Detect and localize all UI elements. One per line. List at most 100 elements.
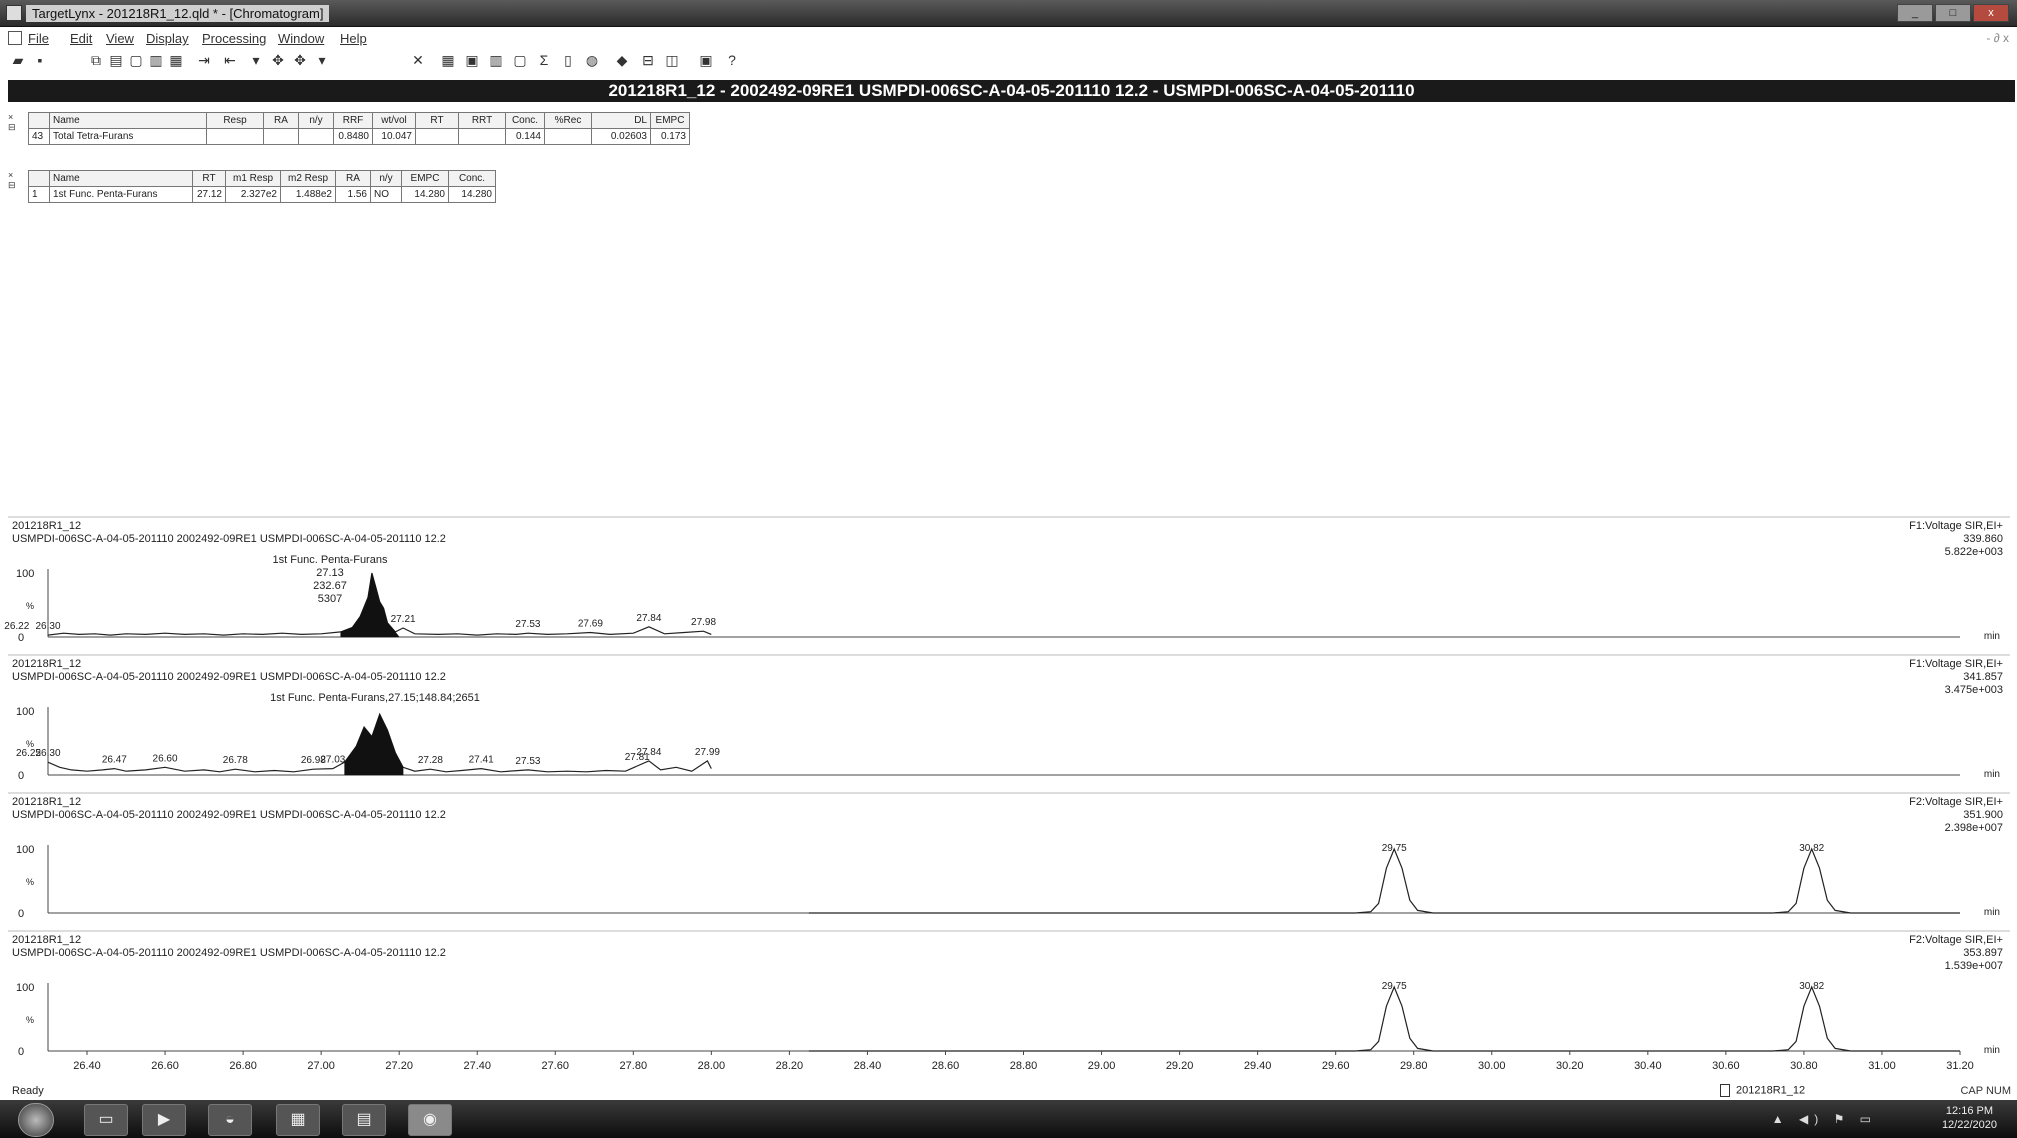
column-header[interactable] — [28, 112, 50, 129]
column-header[interactable]: %Rec — [544, 112, 592, 129]
column-header[interactable]: Conc. — [505, 112, 545, 129]
targetlynx-icon[interactable]: ◉ — [408, 1104, 452, 1136]
paste-icon[interactable]: ▤ — [108, 52, 124, 68]
minimize-button[interactable]: _ — [1897, 4, 1933, 22]
table-cell[interactable]: 1.488e2 — [280, 186, 336, 203]
table-cell[interactable] — [544, 128, 592, 145]
system-tray[interactable]: ▲ ◀) ⚑ ▭ — [1772, 1112, 1877, 1126]
column-header[interactable]: Name — [49, 170, 193, 187]
table-collapse-icon[interactable]: × ⊟ — [8, 112, 22, 133]
print-preview-icon[interactable]: ▦ — [168, 52, 184, 68]
column-header[interactable]: RT — [192, 170, 226, 187]
globe-icon[interactable]: ◍ — [584, 52, 600, 68]
clock[interactable]: 12:16 PM 12/22/2020 — [1942, 1104, 1997, 1132]
save-icon[interactable]: ▪ — [32, 52, 48, 68]
book-icon[interactable]: ▯ — [560, 52, 576, 68]
table-cell[interactable]: 10.047 — [372, 128, 416, 145]
column-header[interactable] — [28, 170, 50, 187]
table-cell[interactable]: 27.12 — [192, 186, 226, 203]
menu-window[interactable]: Window — [278, 31, 324, 46]
column-header[interactable]: Conc. — [448, 170, 496, 187]
table-cell[interactable]: 0.02603 — [591, 128, 651, 145]
app-icon[interactable]: ◒ — [208, 1104, 252, 1136]
chevron-down-icon[interactable]: ▾ — [314, 52, 330, 68]
help-icon[interactable]: ? — [724, 52, 740, 68]
chevron-down-icon[interactable]: ▾ — [248, 52, 264, 68]
chart-icon[interactable]: ▣ — [464, 52, 480, 68]
menu-view[interactable]: View — [106, 31, 134, 46]
table-row[interactable]: 43 Total Tetra-Furans 0.8480 10.047 0.14… — [28, 128, 690, 145]
table-cell[interactable]: 1st Func. Penta-Furans — [49, 186, 193, 203]
grid-icon[interactable]: ▦ — [440, 52, 456, 68]
move-icon[interactable]: ✥ — [270, 52, 286, 68]
sum-icon[interactable]: Σ — [536, 52, 552, 68]
print-icon[interactable]: ▣ — [698, 52, 714, 68]
table-row[interactable]: 1 1st Func. Penta-Furans 27.12 2.327e2 1… — [28, 186, 496, 203]
column-header[interactable]: m1 Resp — [225, 170, 281, 187]
peak-label: 26.78 — [223, 755, 248, 766]
table-cell[interactable]: 43 — [28, 128, 50, 145]
menu-help[interactable]: Help — [340, 31, 367, 46]
mdi-controls[interactable]: - ∂ x — [1986, 31, 2009, 45]
table-cell[interactable]: 1 — [28, 186, 50, 203]
menu-processing[interactable]: Processing — [202, 31, 266, 46]
table-cell[interactable] — [263, 128, 299, 145]
table-cell[interactable]: 14.280 — [448, 186, 496, 203]
square-icon[interactable]: ▢ — [512, 52, 528, 68]
column-header[interactable]: RA — [263, 112, 299, 129]
column-header[interactable]: RRF — [333, 112, 373, 129]
column-header[interactable]: wt/vol — [372, 112, 416, 129]
window-icon[interactable]: ⊟ — [640, 52, 656, 68]
table-cell[interactable]: 1.56 — [335, 186, 371, 203]
column-header[interactable]: EMPC — [401, 170, 449, 187]
move-icon[interactable]: ✥ — [292, 52, 308, 68]
column-header[interactable]: DL — [591, 112, 651, 129]
column-header[interactable]: n/y — [370, 170, 402, 187]
open-icon[interactable]: ▰ — [10, 52, 26, 68]
column-header[interactable]: Resp — [206, 112, 264, 129]
menu-display[interactable]: Display — [146, 31, 189, 46]
column-header[interactable]: EMPC — [650, 112, 690, 129]
column-header[interactable]: m2 Resp — [280, 170, 336, 187]
start-button[interactable] — [18, 1103, 54, 1137]
table-cell[interactable]: 0.8480 — [333, 128, 373, 145]
column-header[interactable]: Name — [49, 112, 207, 129]
eraser-icon[interactable]: ◆ — [614, 52, 630, 68]
table-cell[interactable]: 0.173 — [650, 128, 690, 145]
bar-icon[interactable]: ▥ — [488, 52, 504, 68]
chromatogram-area[interactable]: 201218R1_12 USMPDI-006SC-A-04-05-201110 2… — [0, 515, 2017, 1083]
table-cell[interactable] — [298, 128, 334, 145]
document-icon[interactable]: ▤ — [342, 1104, 386, 1136]
chromatogram-svg[interactable]: 201218R1_12USMPDI-006SC-A-04-05-201110 2… — [0, 515, 2017, 1080]
page-icon[interactable]: ▢ — [128, 52, 144, 68]
maximize-button[interactable]: □ — [1935, 4, 1971, 22]
table-cell[interactable]: 14.280 — [401, 186, 449, 203]
copy-icon[interactable]: ⧉ — [88, 52, 104, 68]
menu-edit[interactable]: Edit — [70, 31, 92, 46]
table-cell[interactable]: NO — [370, 186, 402, 203]
table-cell[interactable] — [415, 128, 459, 145]
media-icon[interactable]: ▶ — [142, 1104, 186, 1136]
column-header[interactable]: RA — [335, 170, 371, 187]
y-axis-label: 0 — [18, 1046, 24, 1058]
table-cell[interactable]: Total Tetra-Furans — [49, 128, 207, 145]
table-cell[interactable]: 0.144 — [505, 128, 545, 145]
document-icon[interactable] — [8, 31, 22, 45]
table-cell[interactable]: 2.327e2 — [225, 186, 281, 203]
column-header[interactable]: n/y — [298, 112, 334, 129]
folder-icon[interactable]: ▦ — [276, 1104, 320, 1136]
delete-icon[interactable]: ✕ — [410, 52, 426, 68]
column-header[interactable]: RRT — [458, 112, 506, 129]
column-header[interactable]: RT — [415, 112, 459, 129]
print-preview-icon[interactable]: ▥ — [148, 52, 164, 68]
table-collapse-icon[interactable]: × ⊟ — [8, 170, 22, 191]
peak-label: 27.53 — [515, 619, 540, 630]
split-icon[interactable]: ◫ — [664, 52, 680, 68]
menu-file[interactable]: File — [28, 31, 49, 46]
arrow-right-icon[interactable]: ⇤ — [222, 52, 238, 68]
table-cell[interactable] — [458, 128, 506, 145]
table-cell[interactable] — [206, 128, 264, 145]
explorer-icon[interactable]: ▭ — [84, 1104, 128, 1136]
arrow-left-icon[interactable]: ⇥ — [196, 52, 212, 68]
close-button[interactable]: x — [1973, 4, 2009, 22]
